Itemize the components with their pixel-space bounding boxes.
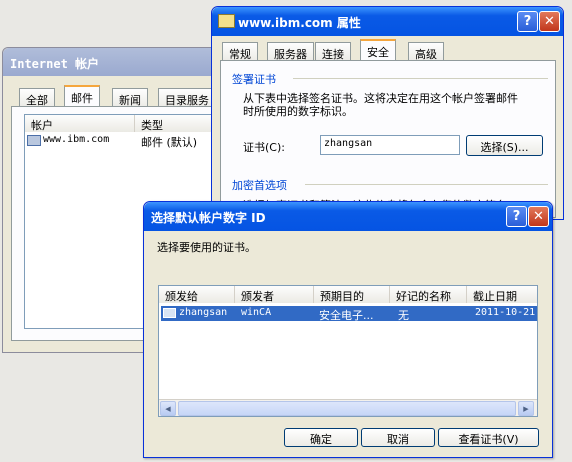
certificates-listview[interactable]: 颁发给 颁发者 预期目的 好记的名称 截止日期 zhangsan winCA 安… <box>158 285 538 417</box>
horizontal-scrollbar[interactable]: ◀ ▶ <box>159 399 537 416</box>
expiry-cell: 2011-10-21 <box>475 307 536 318</box>
close-icon[interactable]: ✕ <box>539 11 560 32</box>
dialog-titlebar[interactable]: 选择默认帐户数字 ID ? ✕ <box>144 202 552 231</box>
view-certificate-button[interactable]: 查看证书(V) <box>438 428 539 447</box>
properties-titlebar[interactable]: www.ibm.com 属性 ? ✕ <box>212 7 563 36</box>
select-default-id-dialog: 选择默认帐户数字 ID ? ✕ 选择要使用的证书。 颁发给 颁发者 预期目的 好… <box>143 201 553 458</box>
cancel-button[interactable]: 取消 <box>361 428 435 447</box>
window-title: www.ibm.com 属性 <box>238 16 361 30</box>
issuer-cell: winCA <box>241 307 272 318</box>
properties-window-icon <box>218 14 235 28</box>
scroll-left-button[interactable]: ◀ <box>160 401 176 416</box>
scroll-right-button[interactable]: ▶ <box>518 401 534 416</box>
help-icon[interactable]: ? <box>517 11 538 32</box>
tab-all[interactable]: 全部 <box>19 88 55 107</box>
security-tab-panel: 签署证书 从下表中选择签名证书。这将决定在用这个帐户签署邮件 时所使用的数字标识… <box>220 60 556 218</box>
dialog-prompt: 选择要使用的证书。 <box>157 241 256 254</box>
certificate-label: 证书(C): <box>243 141 285 154</box>
col-expiry[interactable]: 截止日期 <box>467 286 537 303</box>
window-title: Internet 帐户 <box>10 57 100 71</box>
tab-advanced[interactable]: 高级 <box>408 42 444 61</box>
col-friendly-name[interactable]: 好记的名称 <box>390 286 467 303</box>
tab-general[interactable]: 常规 <box>222 42 258 61</box>
col-purpose[interactable]: 预期目的 <box>314 286 390 303</box>
group-divider <box>293 78 548 79</box>
tab-servers[interactable]: 服务器 <box>267 42 314 61</box>
account-name: www.ibm.com <box>43 134 110 145</box>
mail-account-icon <box>27 135 41 146</box>
friendly-name-cell: 无 <box>398 309 409 322</box>
ok-button[interactable]: 确定 <box>284 428 358 447</box>
certificate-icon <box>163 308 176 318</box>
tab-connection[interactable]: 连接 <box>315 42 351 61</box>
encryption-group-label: 加密首选项 <box>232 179 287 192</box>
account-type: 邮件 (默认) <box>141 136 198 149</box>
col-issued-to[interactable]: 颁发给 <box>159 286 235 303</box>
dialog-title: 选择默认帐户数字 ID <box>151 211 266 225</box>
scroll-thumb[interactable] <box>178 401 516 416</box>
purpose-cell: 安全电子... <box>319 309 374 322</box>
signing-description-2: 时所使用的数字标识。 <box>243 105 353 118</box>
col-issuer[interactable]: 颁发者 <box>235 286 314 303</box>
table-row[interactable]: zhangsan winCA 安全电子... 无 2011-10-21 <box>161 306 537 322</box>
internet-accounts-titlebar[interactable]: Internet 帐户 <box>3 48 241 76</box>
close-icon[interactable]: ✕ <box>528 206 549 227</box>
issued-to-cell: zhangsan <box>179 307 228 318</box>
account-properties-window: www.ibm.com 属性 ? ✕ 常规 服务器 连接 安全 高级 签署证书 … <box>211 6 564 220</box>
certificate-field[interactable]: zhangsan <box>320 135 460 155</box>
select-certificate-button[interactable]: 选择(S)... <box>466 135 543 156</box>
group-divider <box>305 184 548 185</box>
col-account[interactable]: 帐户 <box>25 115 135 132</box>
tab-security[interactable]: 安全 <box>360 39 396 60</box>
help-icon[interactable]: ? <box>506 206 527 227</box>
signing-group-label: 签署证书 <box>232 73 276 86</box>
tab-mail[interactable]: 邮件 <box>64 85 100 106</box>
tab-news[interactable]: 新闻 <box>112 88 148 107</box>
